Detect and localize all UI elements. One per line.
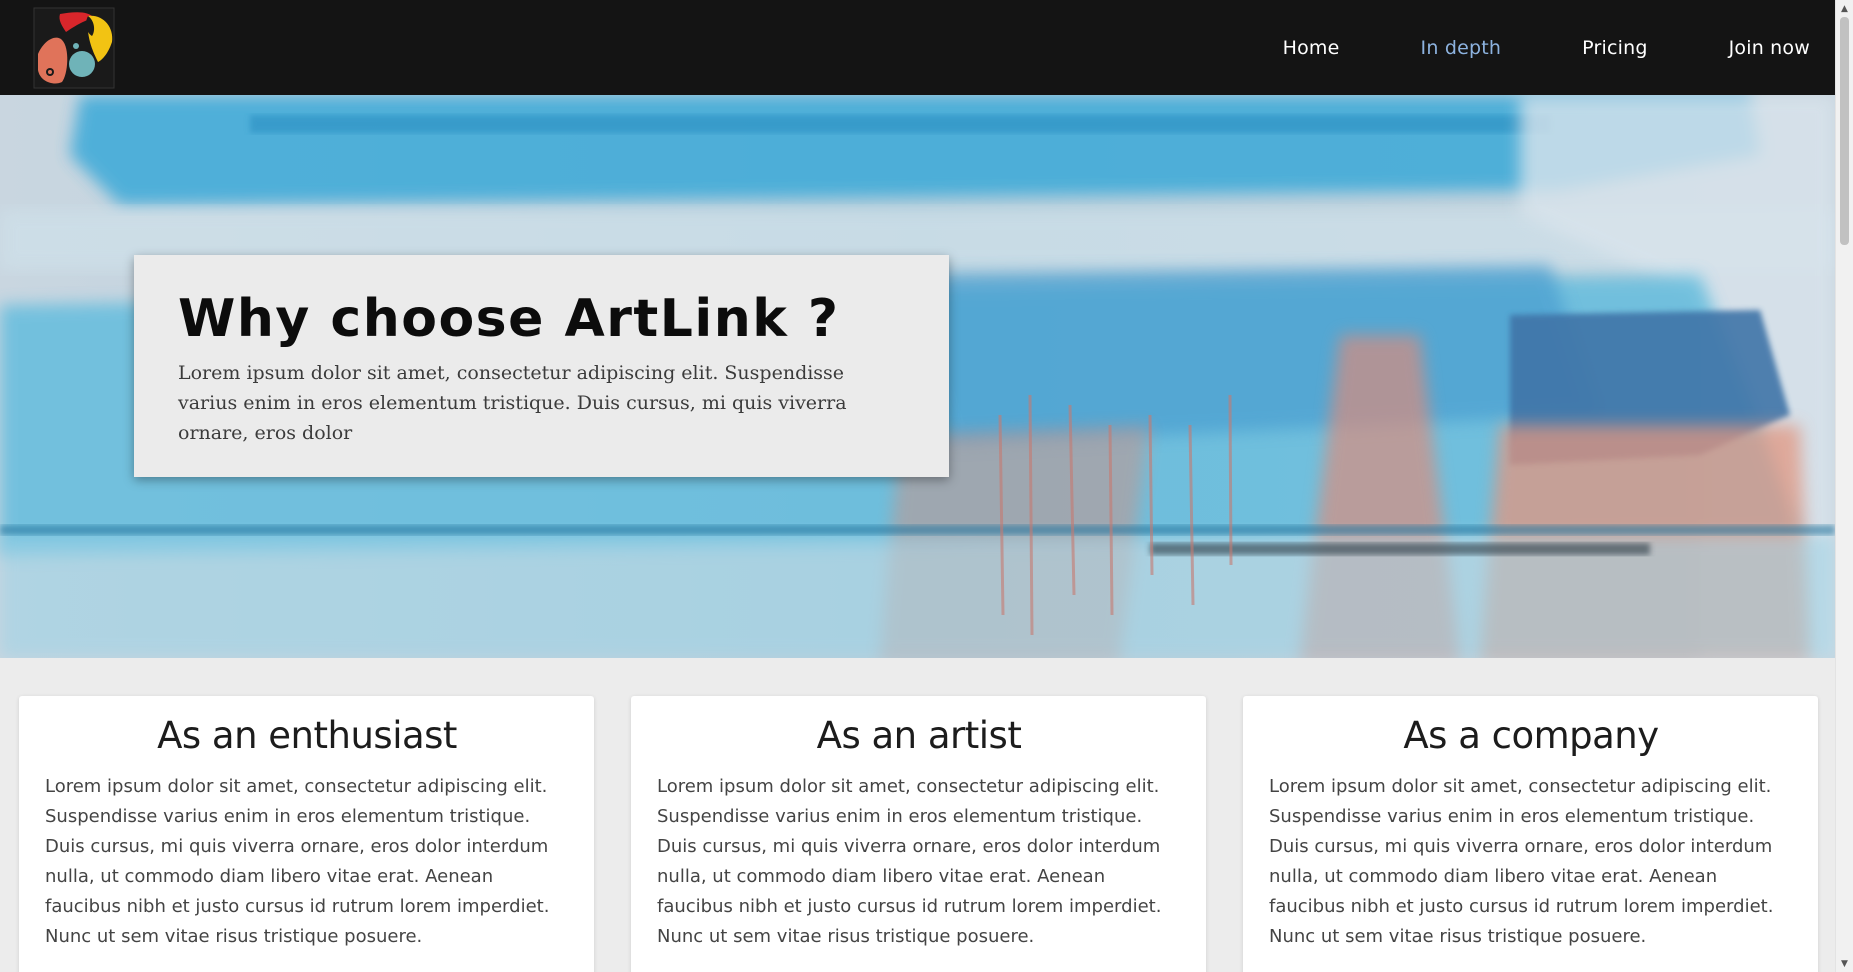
scroll-down-arrow-icon[interactable]: ▼ [1836, 955, 1853, 972]
card-title: As a company [1403, 714, 1659, 757]
nav-link-pricing[interactable]: Pricing [1582, 37, 1647, 59]
hero-title: Why choose ArtLink ? [178, 289, 840, 349]
card-title: As an enthusiast [157, 714, 457, 757]
logo-icon [33, 7, 115, 88]
scrollbar-thumb[interactable] [1840, 17, 1849, 245]
card-text: Lorem ipsum dolor sit amet, consectetur … [1269, 776, 1774, 947]
card-text: Lorem ipsum dolor sit amet, consectetur … [657, 776, 1162, 947]
hero-card: Why choose ArtLink ? Lorem ipsum dolor s… [134, 255, 949, 477]
top-navbar: Home In depth Pricing Join now [0, 0, 1835, 95]
audience-cards-section: As an enthusiast Lorem ipsum dolor sit a… [0, 658, 1835, 972]
nav-link-join-now[interactable]: Join now [1729, 37, 1810, 59]
card-artist: As an artist Lorem ipsum dolor sit amet,… [631, 696, 1206, 972]
card-title: As an artist [816, 714, 1022, 757]
hero-text: Lorem ipsum dolor sit amet, consectetur … [178, 362, 847, 445]
page-scrollbar[interactable]: ▲ ▼ [1835, 0, 1853, 972]
nav-link-home[interactable]: Home [1283, 37, 1340, 59]
card-enthusiast: As an enthusiast Lorem ipsum dolor sit a… [19, 696, 594, 972]
card-text: Lorem ipsum dolor sit amet, consectetur … [45, 776, 550, 947]
scroll-up-arrow-icon[interactable]: ▲ [1836, 0, 1853, 17]
artlink-logo[interactable] [32, 6, 116, 90]
nav-links: Home In depth Pricing Join now [1202, 37, 1810, 59]
hero-section: Why choose ArtLink ? Lorem ipsum dolor s… [0, 95, 1835, 658]
nav-link-in-depth[interactable]: In depth [1421, 37, 1502, 59]
card-company: As a company Lorem ipsum dolor sit amet,… [1243, 696, 1818, 972]
